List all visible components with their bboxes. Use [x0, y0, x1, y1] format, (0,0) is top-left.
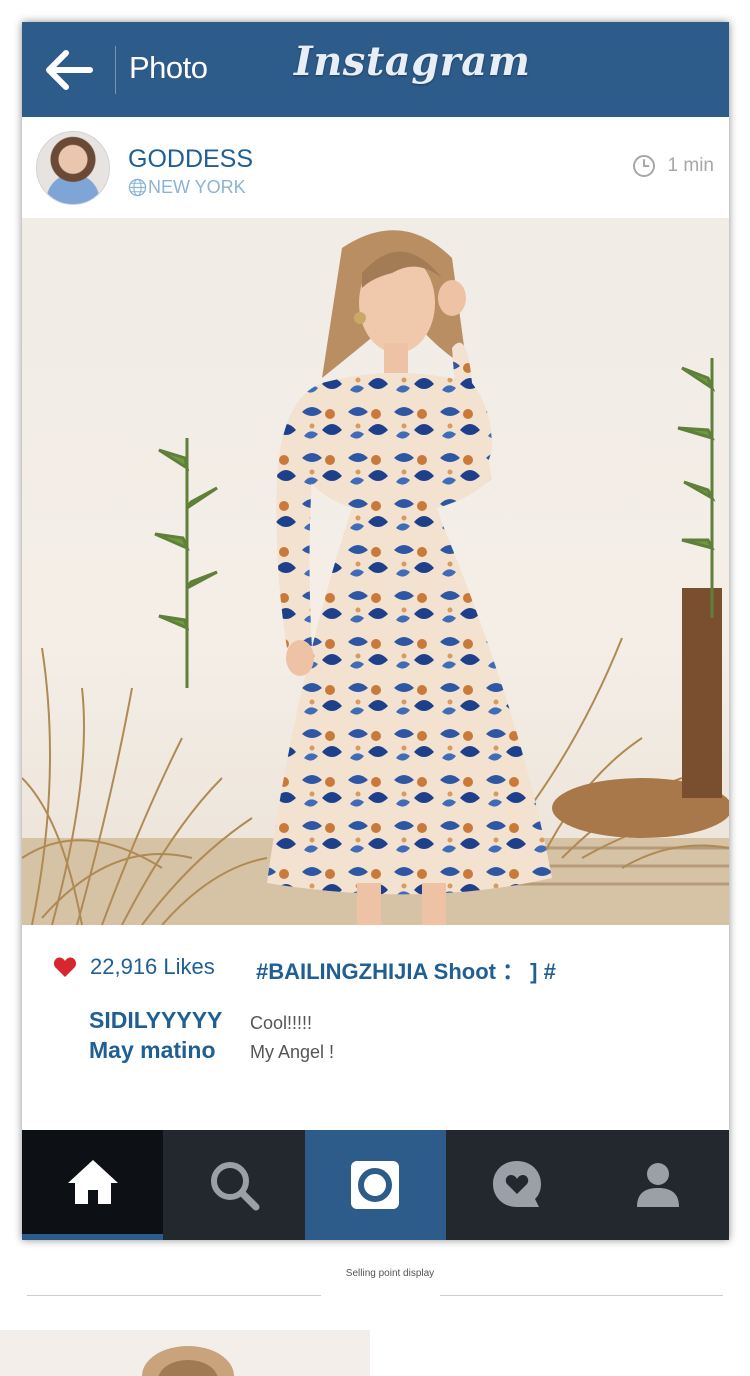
location-label: NEW YORK: [148, 177, 246, 197]
page-title: Photo: [129, 50, 208, 85]
comment-text: My Angel !: [250, 1042, 335, 1062]
fashion-model-illustration: [22, 230, 729, 925]
section-caption: Selling point display: [345, 1268, 435, 1279]
top-bar: Photo Instagram: [22, 22, 729, 117]
profile-icon: [637, 1163, 680, 1207]
home-icon: [67, 1160, 118, 1204]
next-photo-preview: [142, 1346, 234, 1376]
divider-left: [27, 1295, 321, 1296]
globe-icon: [128, 178, 147, 197]
likes-count[interactable]: 22,916 Likes: [90, 954, 215, 980]
back-arrow-icon: [46, 50, 93, 90]
post-photo[interactable]: [22, 218, 729, 925]
post-location[interactable]: NEW YORK: [128, 177, 246, 198]
clock-icon: [632, 155, 655, 177]
nav-home[interactable]: [22, 1130, 164, 1240]
search-icon: [211, 1162, 260, 1211]
instagram-logo: Instagram: [294, 38, 531, 85]
post-header: GODDESS NEW YORK 1 min: [22, 117, 729, 218]
comment-user[interactable]: May matino: [89, 1037, 216, 1064]
avatar[interactable]: [36, 131, 110, 205]
camera-icon: [351, 1161, 400, 1209]
nav-camera[interactable]: [304, 1130, 447, 1240]
hashtag[interactable]: #BAILINGZHIJIA Shoot ： ] #: [256, 954, 556, 986]
nav-profile[interactable]: [587, 1130, 729, 1240]
comment-user[interactable]: SIDILYYYYY: [89, 1007, 222, 1034]
post-time: 1 min: [632, 154, 714, 178]
time-label: 1 min: [667, 155, 714, 176]
nav-search[interactable]: [163, 1130, 305, 1240]
comment-text: Cool!!!!!: [250, 1013, 313, 1033]
nav-activity[interactable]: [446, 1130, 588, 1240]
divider-right: [440, 1295, 723, 1296]
activity-icon: [492, 1161, 541, 1207]
post-username[interactable]: GODDESS: [128, 145, 253, 174]
heart-icon[interactable]: [53, 956, 77, 978]
next-product-photo: [0, 1330, 370, 1376]
post-actions-row: 22,916 Likes #BAILINGZHIJIA Shoot ： ] #: [22, 950, 729, 990]
instagram-mockup: Photo Instagram GODDESS NEW YORK 1 min 2…: [22, 22, 729, 1240]
bottom-nav: [22, 1130, 729, 1240]
topbar-divider: [115, 46, 116, 94]
back-button[interactable]: [44, 48, 94, 92]
